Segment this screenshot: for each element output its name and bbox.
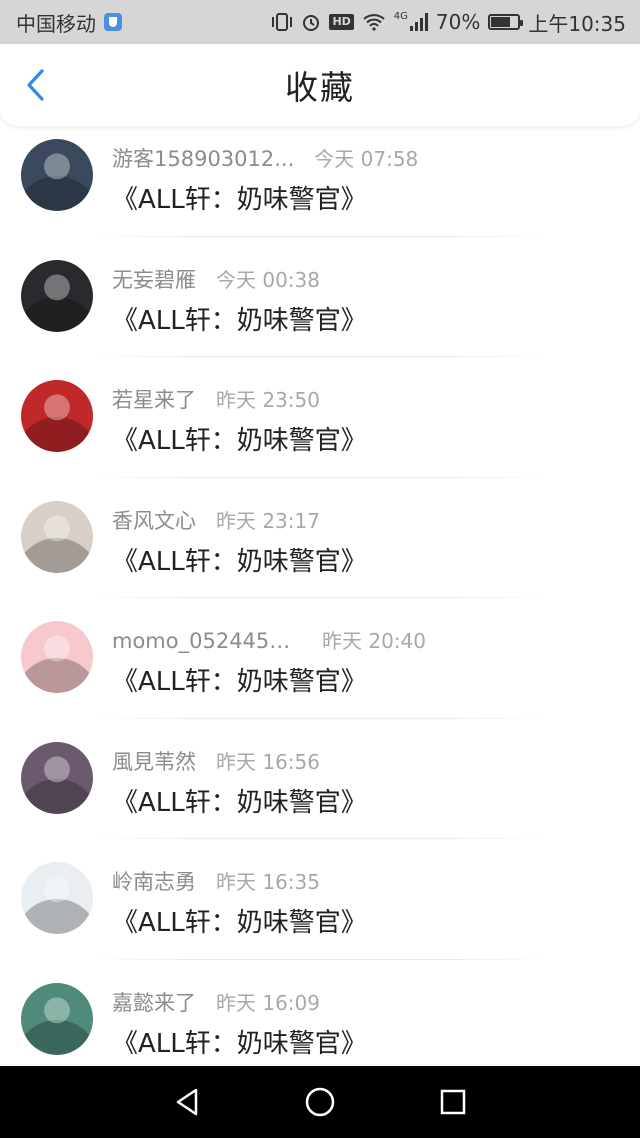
app-screen: 中国移动 HD 4G 70% 上午10:35 收藏 游客158903012...… (0, 0, 640, 1138)
system-nav-bar (0, 1066, 640, 1138)
username[interactable]: 風見苇然 (112, 746, 196, 776)
avatar[interactable] (21, 259, 93, 332)
timestamp: 昨天 16:56 (216, 749, 320, 774)
clock: 上午10:35 (528, 11, 626, 36)
avatar[interactable] (21, 982, 93, 1055)
favorite-item[interactable]: 无妄碧雁 今天 00:38 《ALL轩：奶味警官》 (0, 255, 640, 376)
header: 收藏 (0, 44, 640, 126)
story-title[interactable]: 《ALL轩：奶味警官》 (112, 661, 367, 698)
divider (90, 476, 550, 478)
triangle-back-icon (176, 1088, 197, 1116)
username[interactable]: 嘉懿来了 (112, 987, 196, 1017)
avatar[interactable] (21, 500, 93, 573)
divider (90, 235, 550, 237)
favorites-list: 游客158903012... 今天 07:58 《ALL轩：奶味警官》 无妄碧雁… (0, 134, 640, 1098)
timestamp: 昨天 23:50 (216, 388, 320, 412)
favorite-item[interactable]: 岭南志勇 昨天 16:35 《ALL轩：奶味警官》 (0, 857, 640, 978)
battery-fill (491, 17, 510, 27)
nav-recent-button[interactable] (433, 1082, 473, 1122)
timestamp: 昨天 16:09 (216, 990, 320, 1015)
divider (90, 717, 550, 719)
alarm-icon (301, 12, 321, 32)
divider (90, 838, 550, 839)
avatar[interactable] (21, 139, 93, 211)
item-meta: 風見苇然 昨天 16:56 (112, 746, 320, 776)
timestamp: 昨天 20:40 (322, 629, 426, 653)
network-type-label: 4G (393, 10, 408, 22)
story-title[interactable]: 《ALL轩：奶味警官》 (112, 541, 367, 578)
square-recent-icon (441, 1089, 466, 1115)
page-title: 收藏 (285, 68, 355, 107)
divider (90, 597, 550, 598)
item-meta: 游客158903012... 今天 07:58 (112, 143, 418, 173)
hd-icon: HD (329, 14, 354, 30)
timestamp: 今天 00:38 (216, 267, 320, 292)
battery-percent: 70% (435, 10, 481, 34)
story-title[interactable]: 《ALL轩：奶味警官》 (112, 300, 367, 337)
favorite-item[interactable]: 若星来了 昨天 23:50 《ALL轩：奶味警官》 (0, 375, 640, 496)
status-right: HD 4G 70% 上午10:35 (271, 8, 626, 37)
item-meta: momo_0524457... 昨天 20:40 (112, 625, 426, 654)
nav-home-button[interactable] (300, 1082, 340, 1122)
story-title[interactable]: 《ALL轩：奶味警官》 (112, 179, 367, 216)
username[interactable]: 若星来了 (112, 384, 196, 414)
story-title[interactable]: 《ALL轩：奶味警官》 (112, 782, 367, 819)
avatar[interactable] (21, 621, 93, 693)
item-meta: 岭南志勇 昨天 16:35 (112, 866, 320, 896)
back-button[interactable] (18, 68, 52, 102)
wifi-icon (362, 13, 386, 31)
username[interactable]: 无妄碧雁 (112, 264, 196, 294)
avatar[interactable] (21, 380, 93, 452)
item-meta: 无妄碧雁 今天 00:38 (112, 264, 320, 294)
username[interactable]: 游客158903012... (112, 143, 294, 173)
carrier-label: 中国移动 (16, 11, 96, 36)
username[interactable]: 岭南志勇 (112, 866, 196, 896)
username[interactable]: 香风文心 (112, 505, 196, 535)
divider (90, 356, 550, 357)
nav-back-button[interactable] (167, 1082, 207, 1122)
chevron-left-icon (27, 69, 44, 101)
story-title[interactable]: 《ALL轩：奶味警官》 (112, 420, 367, 457)
divider (90, 958, 550, 960)
vibrate-icon (271, 13, 293, 31)
avatar[interactable] (21, 741, 93, 814)
timestamp: 今天 07:58 (314, 147, 419, 171)
item-meta: 嘉懿来了 昨天 16:09 (112, 987, 320, 1017)
status-bar: 中国移动 HD 4G 70% 上午10:35 (0, 0, 640, 44)
story-title[interactable]: 《ALL轩：奶味警官》 (112, 1023, 367, 1060)
security-shield-icon (104, 13, 122, 31)
item-meta: 香风文心 昨天 23:17 (112, 505, 320, 535)
favorite-item[interactable]: 香风文心 昨天 23:17 《ALL轩：奶味警官》 (0, 496, 640, 617)
favorite-item[interactable]: 風見苇然 昨天 16:56 《ALL轩：奶味警官》 (0, 737, 640, 858)
timestamp: 昨天 23:17 (216, 508, 320, 533)
signal-icon (409, 13, 428, 31)
favorite-item[interactable]: 游客158903012... 今天 07:58 《ALL轩：奶味警官》 (0, 134, 640, 255)
item-meta: 若星来了 昨天 23:50 (112, 384, 320, 414)
timestamp: 昨天 16:35 (216, 870, 320, 894)
circle-home-icon (305, 1087, 335, 1117)
status-left: 中国移动 (16, 8, 122, 37)
battery-icon (488, 14, 524, 30)
avatar[interactable] (21, 862, 93, 934)
story-title[interactable]: 《ALL轩：奶味警官》 (112, 902, 367, 939)
favorite-item[interactable]: momo_0524457... 昨天 20:40 《ALL轩：奶味警官》 (0, 616, 640, 737)
username[interactable]: momo_0524457... (112, 629, 302, 653)
